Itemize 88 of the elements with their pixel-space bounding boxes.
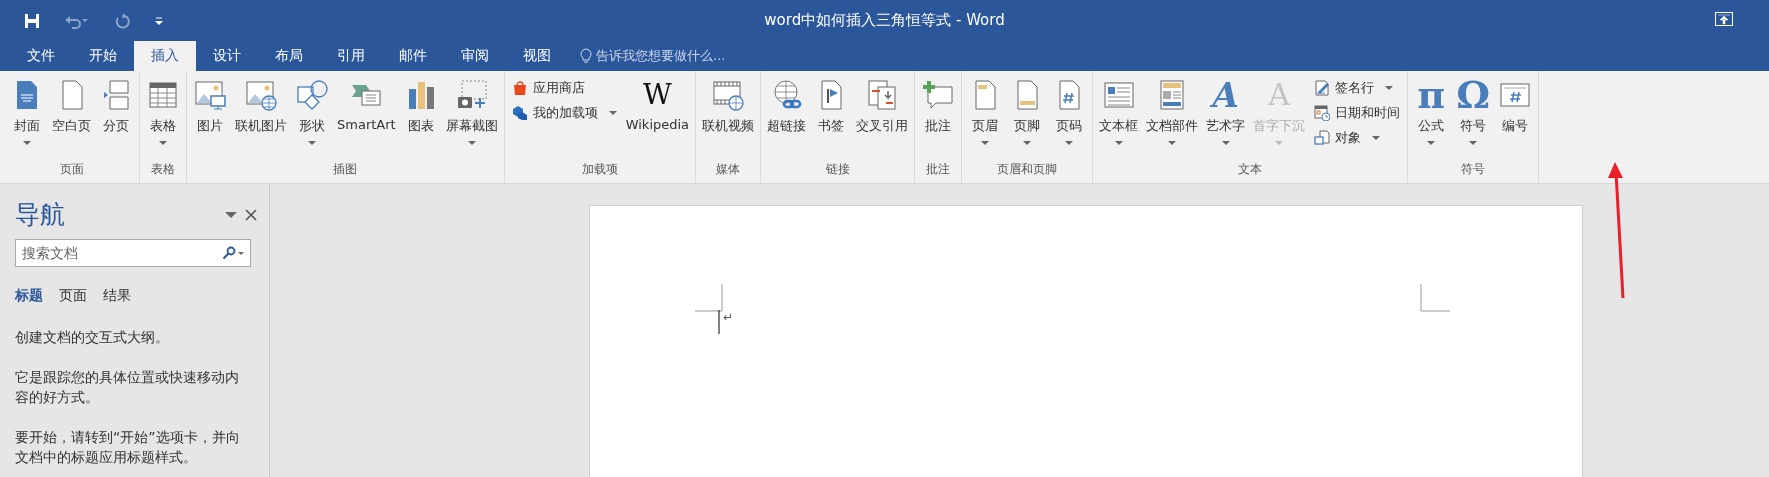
ribbon-button[interactable]: 编号 [1495,75,1536,137]
group-label: 页面 [58,161,85,178]
add-in-blocks-icon [511,105,528,121]
glyph-icon: π [1417,76,1445,114]
ribbon-button[interactable]: 页眉 [965,75,1006,147]
pane-tab[interactable]: 标题 [15,285,59,307]
ribbon-tab[interactable]: 开始 [72,41,134,71]
ribbon-button[interactable]: 对象 [1310,127,1405,149]
ribbon-button[interactable]: A 艺术字 [1203,75,1249,147]
ribbon-button[interactable]: 书签 [811,75,852,137]
ribbon-button[interactable]: 页码 [1049,75,1090,147]
ribbon-button[interactable]: 形状 [292,75,332,147]
ribbon-button[interactable]: 签名行 [1310,77,1405,99]
group-label: 页眉和页脚 [996,161,1059,178]
screenshot-camera-icon [455,79,488,111]
ribbon-tab[interactable]: 审阅 [444,41,506,71]
ribbon-button[interactable]: 文档部件 [1143,75,1202,147]
ribbon-tab[interactable]: 设计 [196,41,258,71]
ribbon-button[interactable]: 空白页 [49,75,94,137]
shapes-icon [296,79,328,111]
help-text: 创建文档的交互式大纲。 [15,328,170,347]
ribbon-button[interactable]: 图片 [190,75,230,137]
customize-icon [154,15,164,26]
search-field[interactable]: 搜索文档 [15,239,251,267]
window-title: word中如何插入三角恒等式 - Word [764,11,1005,29]
ribbon-button[interactable]: 文本框 [1096,75,1142,147]
signature-pen-icon [1314,80,1331,96]
object-icon [1314,130,1331,146]
group-label: 插图 [332,161,359,178]
group-label: 链接 [824,161,851,178]
video-globe-icon [712,79,745,111]
close-icon[interactable] [245,208,257,221]
online-picture-icon [245,79,277,111]
redo-icon [114,12,130,29]
ribbon-button[interactable]: 我的加载项 [507,102,621,124]
tell-me-field[interactable]: 告诉我您想要做什么... [596,47,726,65]
cross-reference-icon [866,79,899,111]
crop-mark-icon [695,284,725,314]
ribbon-button[interactable]: 分页 [96,75,136,137]
ribbon-button[interactable]: 日期和时间 [1310,102,1405,124]
ribbon-tab[interactable]: 视图 [506,41,568,71]
ribbon-tab[interactable]: 文件 [10,41,72,71]
text-cursor-icon [718,310,720,334]
glyph-icon: A [1212,78,1239,112]
ribbon-button[interactable]: 联机图片 [232,75,290,137]
ribbon-button[interactable]: 应用商店 [507,77,621,99]
ribbon-display-icon[interactable] [1715,12,1733,26]
table-icon [147,79,179,111]
ribbon-tab[interactable]: 引用 [320,41,382,71]
paragraph-mark: ↵ [723,310,734,324]
ribbon-button[interactable]: 批注 [918,75,959,137]
ribbon-button[interactable]: 图表 [400,75,441,137]
ribbon-button[interactable]: 封面 [7,75,47,147]
lightbulb-icon [580,48,592,64]
text-box-icon [1102,79,1135,111]
pane-tab[interactable]: 页面 [59,285,103,307]
ribbon-button[interactable]: W Wikipedia [622,75,693,134]
group-label: 批注 [925,161,952,178]
glyph-icon: Ω [1456,76,1490,114]
pane-options-icon[interactable] [225,210,237,219]
group-label: 表格 [150,161,176,178]
ribbon-button[interactable]: 联机视频 [699,75,758,137]
ribbon-button[interactable]: Ω 符号 [1453,75,1494,147]
ribbon-button[interactable]: 屏幕截图 [442,75,501,147]
ribbon-button[interactable]: 表格 [143,75,183,147]
help-text: 要开始，请转到“开始”选项卡，并向文档中的标题应用标题样式。 [15,428,241,467]
ribbon-button[interactable]: π 公式 [1411,75,1452,147]
ribbon-button[interactable]: 交叉引用 [853,75,912,137]
help-text: 它是跟踪您的具体位置或快速移动内容的好方式。 [15,368,240,407]
calendar-clock-icon [1314,105,1331,121]
pane-title: 导航 [15,199,65,231]
search-icon[interactable] [222,246,236,260]
group-label: 加载项 [580,161,619,178]
group-label: 文本 [1237,161,1264,178]
ribbon-button[interactable]: SmartArt [334,75,399,134]
ribbon-tab[interactable]: 布局 [258,41,320,71]
glyph-icon: W [643,81,672,109]
crop-mark-icon [1420,284,1450,314]
group-label: 符号 [1460,161,1487,178]
ribbon-tab[interactable]: 邮件 [382,41,444,71]
picture-icon [194,79,226,111]
ribbon-button[interactable]: 页脚 [1007,75,1048,147]
pane-tab[interactable]: 结果 [103,285,147,307]
shopping-bag-icon [511,80,528,96]
ribbon-button[interactable]: 超链接 [764,75,810,137]
ribbon-tab[interactable]: 插入 [134,41,196,71]
comment-plus-icon [922,79,955,111]
group-label: 媒体 [715,161,742,178]
